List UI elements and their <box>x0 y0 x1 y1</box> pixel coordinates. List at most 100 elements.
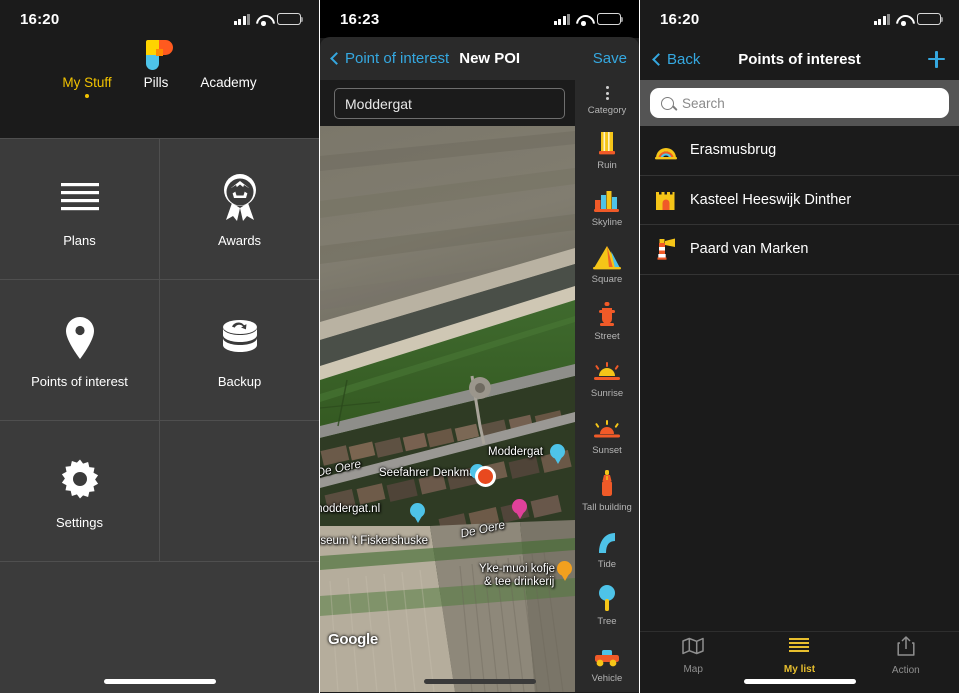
page-title: New POI <box>459 50 521 67</box>
menu-item-plans[interactable]: Plans <box>0 139 159 279</box>
map-pin-icon <box>63 312 97 364</box>
menu-grid-3: Settings <box>0 421 319 561</box>
tab-my-list-label: My list <box>783 663 816 675</box>
category-item-street[interactable]: Street <box>575 291 639 348</box>
category-label: Vehicle <box>591 673 623 684</box>
category-label: Tide <box>597 559 617 570</box>
wifi-icon <box>256 14 271 26</box>
home-indicator <box>103 679 216 684</box>
database-restore-icon <box>217 312 263 364</box>
award-rosette-icon <box>216 171 264 223</box>
menu-grid-2: Points of interest Backup <box>0 280 319 420</box>
left-empty-area <box>0 562 319 693</box>
back-button-label: Point of interest <box>345 50 450 67</box>
fire-hydrant-icon <box>597 299 617 327</box>
map-label-moddergat-nl: moddergat.nl <box>320 503 381 515</box>
category-item-square[interactable]: Square <box>575 234 639 291</box>
back-button[interactable]: Point of interest <box>330 50 450 67</box>
selected-poi-marker[interactable] <box>475 466 496 487</box>
tab-my-stuff-label: My Stuff <box>62 75 112 90</box>
top-tabs: My Stuff Pills Academy <box>0 75 319 98</box>
list-item[interactable]: Kasteel Heeswijk Dinther <box>640 176 959 225</box>
status-icons <box>553 13 624 26</box>
map-pin-info[interactable] <box>550 444 565 464</box>
status-bar-left: 16:20 <box>0 0 319 38</box>
cellular-signal-icon <box>233 13 250 25</box>
brand-logo-wrap <box>0 38 319 70</box>
category-item-tide[interactable]: Tide <box>575 519 639 576</box>
wifi-icon <box>896 14 911 26</box>
satellite-map[interactable]: Moddergat Seefahrer Denkmal De Oere De O… <box>320 126 575 692</box>
map-pin-hotel[interactable] <box>512 499 527 519</box>
category-item-waterfall[interactable]: Waterfall <box>575 690 639 692</box>
list-item-label: Erasmusbrug <box>690 142 777 159</box>
tab-map[interactable]: Map <box>640 632 746 693</box>
category-label: Sunset <box>592 445 622 456</box>
chevron-left-icon <box>330 52 343 65</box>
wifi-icon <box>576 14 591 26</box>
category-item-sunset[interactable]: Sunset <box>575 405 639 462</box>
list-lines-icon <box>787 637 811 660</box>
square-monument-icon <box>592 242 622 270</box>
list-item[interactable]: Paard van Marken <box>640 225 959 275</box>
category-item-sunrise[interactable]: Sunrise <box>575 348 639 405</box>
menu-item-points-of-interest[interactable]: Points of interest <box>0 280 159 420</box>
map-label-moddergat: Moddergat <box>488 446 543 458</box>
battery-icon <box>917 13 944 25</box>
cellular-signal-icon <box>873 13 890 25</box>
menu-item-backup[interactable]: Backup <box>160 280 319 420</box>
menu-item-plans-label: Plans <box>63 232 96 248</box>
category-header: Category <box>587 105 627 116</box>
search-input[interactable]: Search <box>650 88 949 118</box>
status-bar-middle: 16:23 <box>320 0 639 38</box>
lighthouse-icon <box>654 237 678 261</box>
more-vertical-icon[interactable] <box>605 86 609 100</box>
tab-my-stuff[interactable]: My Stuff <box>62 75 111 98</box>
map-label-yke-muoi-kofje: Yke-muoi kofje <box>479 563 556 575</box>
tab-action-label: Action <box>891 664 920 676</box>
menu-item-settings[interactable]: Settings <box>0 421 159 561</box>
gear-icon <box>59 453 101 505</box>
ruin-icon <box>596 128 618 156</box>
sunrise-icon <box>593 356 621 384</box>
battery-icon <box>277 13 304 25</box>
nav-bar-right: Back Points of interest <box>640 38 959 80</box>
search-bar-wrap: Search <box>640 80 959 126</box>
plus-icon[interactable] <box>928 50 945 68</box>
poi-editor: Moddergat Moddergat Seefahrer Denkmal De… <box>320 80 575 692</box>
menu-item-awards[interactable]: Awards <box>160 139 319 279</box>
share-icon <box>896 635 916 661</box>
name-field-wrap: Moddergat <box>320 80 575 126</box>
tab-map-label: Map <box>683 663 703 675</box>
vehicle-icon <box>592 641 622 669</box>
status-time: 16:20 <box>660 10 700 28</box>
tab-action[interactable]: Action <box>853 632 959 693</box>
category-item-skyline[interactable]: Skyline <box>575 177 639 234</box>
menu-item-settings-label: Settings <box>56 514 103 530</box>
phone-right: 16:20 Back Points of interest Search Era… <box>640 0 959 693</box>
home-indicator <box>743 679 856 684</box>
list-item-label: Kasteel Heeswijk Dinther <box>690 191 852 208</box>
menu-item-backup-label: Backup <box>217 373 262 389</box>
category-label: Sunrise <box>590 388 624 399</box>
list-item[interactable]: Erasmusbrug <box>640 126 959 176</box>
category-item-tree[interactable]: Tree <box>575 576 639 633</box>
nav-bar-middle: Point of interest New POI Save <box>320 37 639 80</box>
tab-academy[interactable]: Academy <box>200 75 256 98</box>
category-item-ruin[interactable]: Ruin <box>575 120 639 177</box>
three-phone-screenshot: 16:20 My Stuff Pills Academy Plans Award… <box>0 0 960 693</box>
category-item-tall-building[interactable]: Tall building <box>575 462 639 519</box>
poi-name-input[interactable]: Moddergat <box>334 88 565 119</box>
map-label-museum-fiskershuske: useum 't Fiskershuske <box>320 535 429 547</box>
save-button[interactable]: Save <box>593 50 627 67</box>
tab-pills[interactable]: Pills <box>144 75 169 98</box>
map-label-tee-drinkerij: & tee drinkerij <box>484 576 555 588</box>
castle-icon <box>654 188 678 212</box>
map-pin-museum[interactable] <box>410 503 425 523</box>
pills-logo <box>146 40 173 70</box>
map-pin-cafe[interactable] <box>557 561 572 581</box>
category-item-vehicle[interactable]: Vehicle <box>575 633 639 690</box>
middle-body: Moddergat Moddergat Seefahrer Denkmal De… <box>320 80 639 692</box>
menu-item-poi-label: Points of interest <box>31 373 128 389</box>
category-rail[interactable]: Category Ruin Skyline Square Street Sunr… <box>575 80 639 692</box>
